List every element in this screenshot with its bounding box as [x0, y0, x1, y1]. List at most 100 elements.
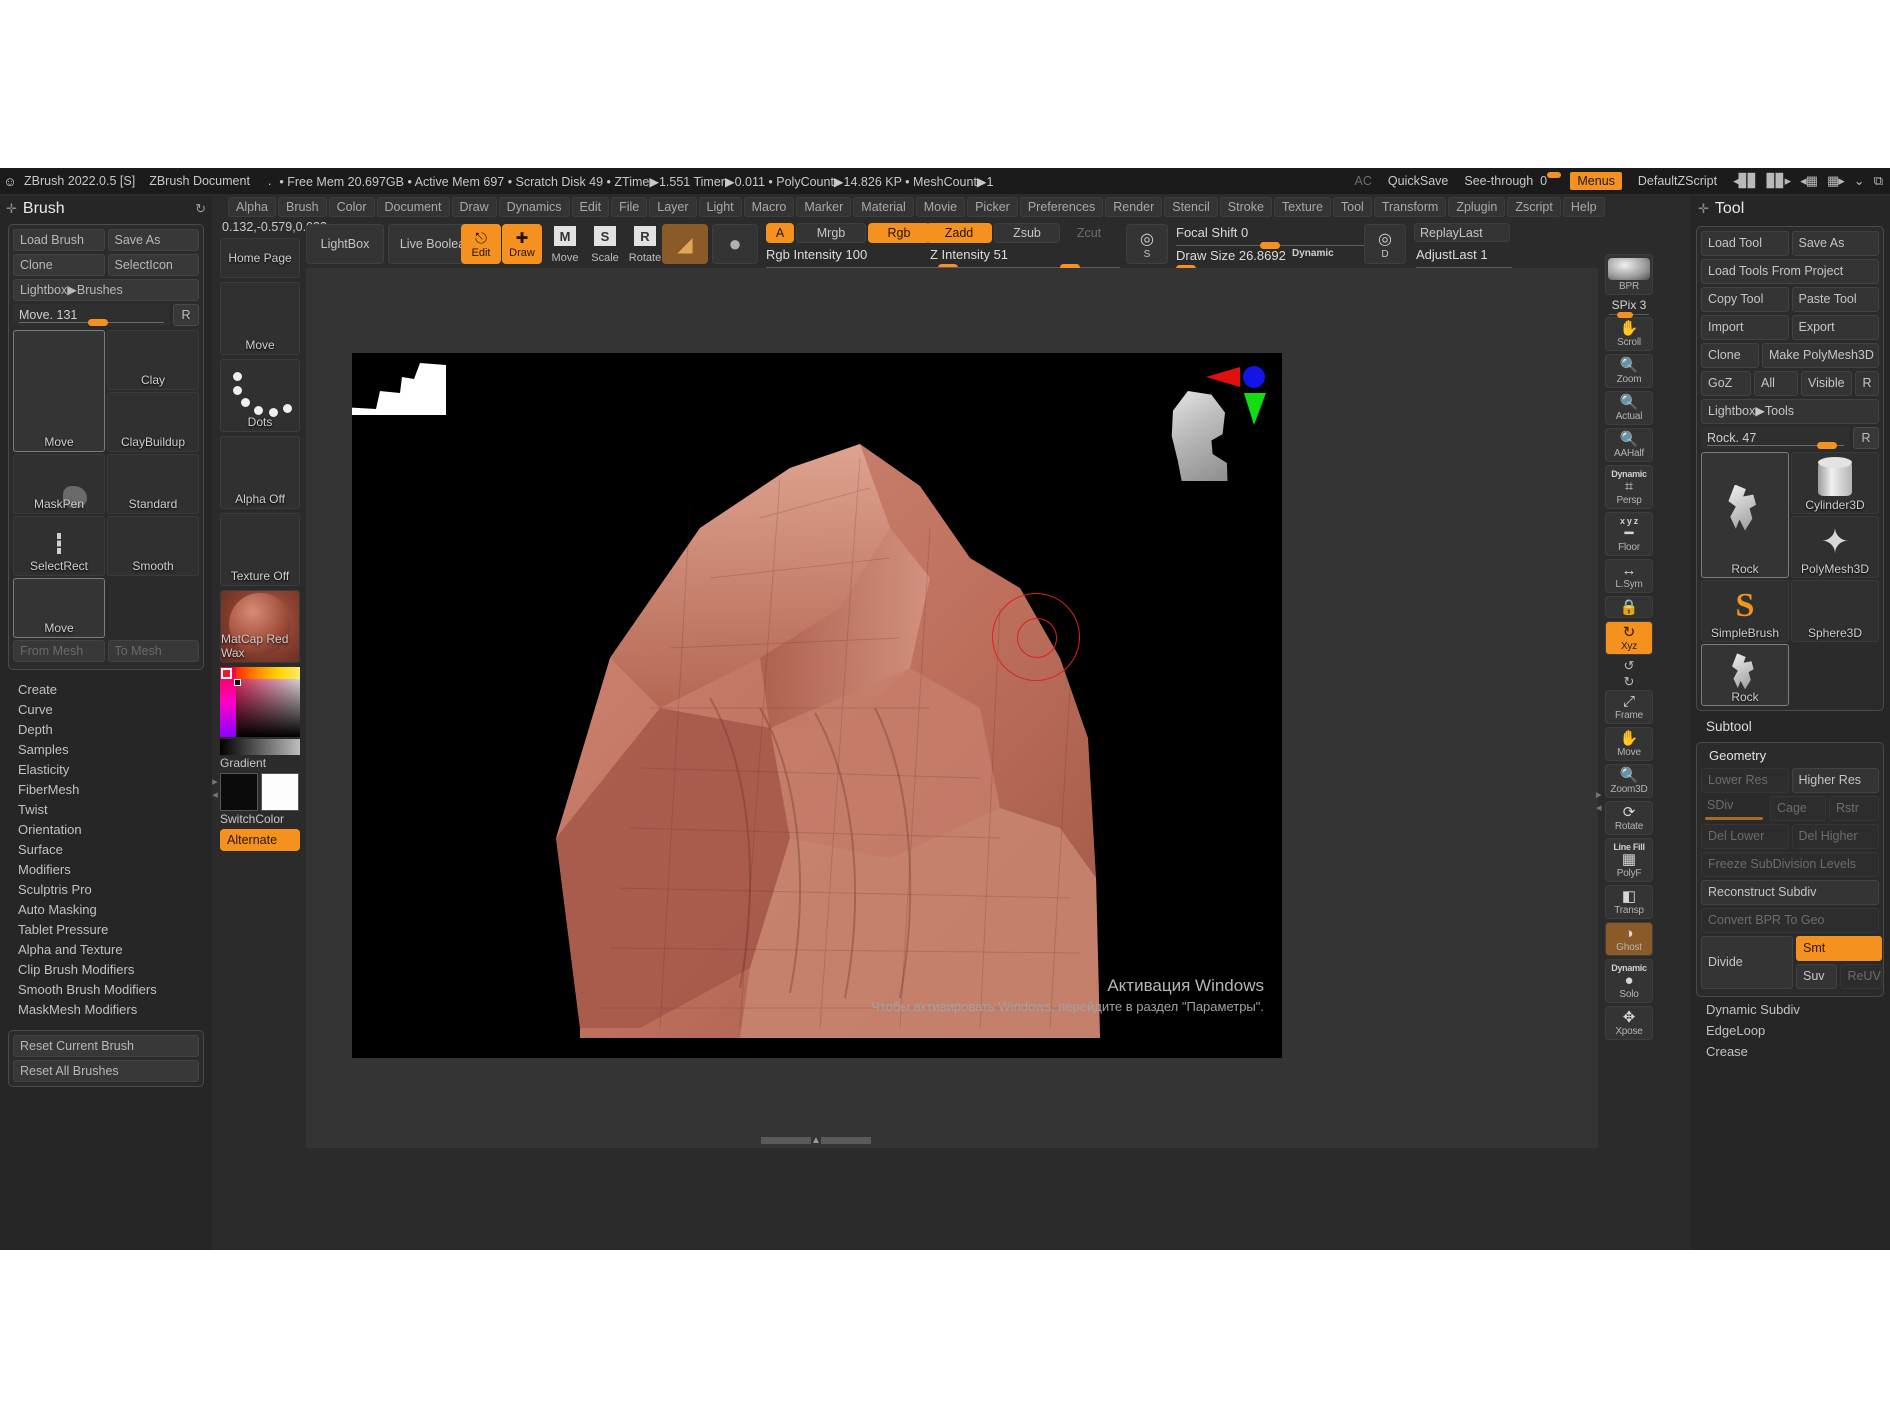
xpose-button[interactable]: ✥Xpose: [1605, 1006, 1653, 1040]
freeze-subdivision-levels-button[interactable]: Freeze SubDivision Levels: [1701, 852, 1879, 877]
draw-size-slider[interactable]: Draw Size 26.8692: [1176, 247, 1364, 265]
brush-section-tablet-pressure[interactable]: Tablet Pressure: [18, 920, 212, 940]
alpha-thumbnail[interactable]: Alpha Off: [220, 436, 300, 509]
tool-section-crease[interactable]: Crease: [1706, 1041, 1890, 1062]
document-scrollbar[interactable]: ▲▼: [761, 1137, 871, 1144]
reconstruct-subdiv-button[interactable]: Reconstruct Subdiv: [1701, 880, 1879, 905]
rstr-button[interactable]: Rstr: [1829, 796, 1879, 821]
brush-item-move[interactable]: Move: [13, 330, 105, 452]
tool-item-cylinder3d[interactable]: Cylinder3D: [1791, 452, 1879, 514]
texture-thumbnail[interactable]: Texture Off: [220, 513, 300, 586]
menu-item-macro[interactable]: Macro: [744, 197, 795, 217]
brush-item-smooth[interactable]: Smooth: [107, 516, 199, 576]
focal-shift-slider[interactable]: Focal Shift 0: [1176, 224, 1364, 242]
reset-current-brush-button[interactable]: Reset Current Brush: [13, 1035, 199, 1057]
spix-slider[interactable]: SPix 3: [1605, 298, 1653, 312]
move-button[interactable]: ✋Move: [1605, 727, 1653, 761]
menu-item-transform[interactable]: Transform: [1374, 197, 1447, 217]
export-button[interactable]: Export: [1792, 315, 1880, 340]
tool-index-knob[interactable]: [1817, 442, 1837, 449]
brush-section-surface[interactable]: Surface: [18, 840, 212, 860]
divide-button[interactable]: Divide: [1701, 936, 1793, 989]
menu-item-dynamics[interactable]: Dynamics: [499, 197, 570, 217]
menu-item-zscript[interactable]: Zscript: [1507, 197, 1561, 217]
menu-item-render[interactable]: Render: [1105, 197, 1162, 217]
brush-section-alpha-and-texture[interactable]: Alpha and Texture: [18, 940, 212, 960]
stencil-thumbnail[interactable]: [352, 353, 446, 415]
mrgb-button[interactable]: Mrgb: [796, 223, 866, 243]
brush-section-sculptris-pro[interactable]: Sculptris Pro: [18, 880, 212, 900]
swatch-primary[interactable]: [220, 773, 258, 811]
load-tools-from-project-button[interactable]: Load Tools From Project: [1701, 259, 1879, 284]
cage-button[interactable]: Cage: [1770, 796, 1826, 821]
subtool-section-header[interactable]: Subtool: [1690, 713, 1890, 740]
zsub-button[interactable]: Zsub: [994, 223, 1060, 243]
alternate-button[interactable]: Alternate: [220, 829, 300, 851]
menu-item-file[interactable]: File: [611, 197, 647, 217]
quicksave-button[interactable]: QuickSave: [1382, 173, 1454, 189]
canvas[interactable]: Активация Windows Чтобы активировать Win…: [352, 353, 1282, 1058]
zadd-button[interactable]: Zadd: [926, 223, 992, 243]
brush-item-selectrect[interactable]: SelectRect: [13, 516, 105, 576]
tool-item-rock-active[interactable]: Rock: [1701, 644, 1789, 706]
reuv-button[interactable]: ReUV: [1840, 964, 1881, 989]
brush-item-move-current[interactable]: Move: [13, 578, 105, 638]
scroll-button[interactable]: ✋Scroll: [1605, 317, 1653, 351]
brush-item-claybuildup[interactable]: ClayBuildup: [107, 392, 199, 452]
convert-bpr-to-geo-button[interactable]: Convert BPR To Geo: [1701, 908, 1879, 933]
make-polymesh3d-button[interactable]: Make PolyMesh3D: [1762, 343, 1879, 368]
visible-button[interactable]: Visible: [1801, 371, 1852, 396]
tool-section-edgeloop[interactable]: EdgeLoop: [1706, 1020, 1890, 1041]
menu-item-color[interactable]: Color: [329, 197, 375, 217]
menus-button[interactable]: Menus: [1570, 172, 1622, 190]
copy-tool-button[interactable]: Copy Tool: [1701, 287, 1789, 312]
stroke-d-button[interactable]: ◎ D: [1364, 224, 1406, 264]
menu-item-tool[interactable]: Tool: [1333, 197, 1372, 217]
paste-tool-button[interactable]: Paste Tool: [1792, 287, 1880, 312]
brush-section-fibermesh[interactable]: FiberMesh: [18, 780, 212, 800]
current-alpha-button[interactable]: ◢: [662, 224, 708, 264]
menu-item-marker[interactable]: Marker: [796, 197, 851, 217]
rotate-button[interactable]: ⟳Rotate: [1605, 801, 1653, 835]
rgb-button[interactable]: Rgb: [868, 223, 930, 243]
sdiv-slider[interactable]: SDiv: [1701, 796, 1767, 821]
brush-section-samples[interactable]: Samples: [18, 740, 212, 760]
menu-item-preferences[interactable]: Preferences: [1020, 197, 1103, 217]
brush-index-slider[interactable]: Move. 131: [13, 304, 170, 326]
transp-button[interactable]: ◧Transp: [1605, 885, 1653, 919]
rotate-mode-button[interactable]: R Rotate: [626, 224, 664, 264]
select-icon-button[interactable]: SelectIcon: [108, 254, 200, 276]
move-handle-icon[interactable]: ✛: [6, 201, 17, 217]
brush-item-maskpen[interactable]: MaskPen: [13, 454, 105, 514]
move-mode-button[interactable]: M Move: [546, 224, 584, 264]
color-marker-primary[interactable]: [221, 668, 232, 679]
goz-button[interactable]: GoZ: [1701, 371, 1751, 396]
see-through-slider[interactable]: See-through 0: [1464, 174, 1560, 188]
polyf-button[interactable]: Line Fill▦PolyF: [1605, 838, 1653, 882]
axis-gizmo-icon[interactable]: [1206, 359, 1276, 429]
color-picker[interactable]: [220, 667, 300, 737]
rgb-intensity-slider[interactable]: Rgb Intensity 100: [766, 246, 956, 264]
home-page-button[interactable]: Home Page: [220, 238, 300, 278]
gradient-bar[interactable]: [220, 739, 300, 755]
menu-item-document[interactable]: Document: [377, 197, 450, 217]
tool-index-slider[interactable]: Rock. 47: [1701, 427, 1850, 449]
tray-left-icon[interactable]: ◂▦: [1800, 173, 1817, 189]
scale-mode-button[interactable]: S Scale: [586, 224, 624, 264]
brush-section-elasticity[interactable]: Elasticity: [18, 760, 212, 780]
tool-section-dynamic-subdiv[interactable]: Dynamic Subdiv: [1706, 999, 1890, 1020]
rotate-z-icon[interactable]: ↻: [1605, 674, 1653, 690]
brush-slider-reset-button[interactable]: R: [173, 304, 199, 326]
aahalf-button[interactable]: 🔍AAHalf: [1605, 428, 1653, 462]
current-material-button[interactable]: ●: [712, 224, 758, 264]
load-tool-button[interactable]: Load Tool: [1701, 231, 1789, 256]
clone-button[interactable]: Clone: [1701, 343, 1759, 368]
see-through-knob[interactable]: [1547, 172, 1561, 178]
brush-section-curve[interactable]: Curve: [18, 700, 212, 720]
tool-slider-reset-button[interactable]: R: [1853, 427, 1879, 449]
load-brush-button[interactable]: Load Brush: [13, 229, 105, 251]
actual-button[interactable]: 🔍Actual: [1605, 391, 1653, 425]
lightbox-button[interactable]: LightBox: [306, 224, 384, 264]
save-as-button[interactable]: Save As: [108, 229, 200, 251]
tool-item-sphere3d[interactable]: Sphere3D: [1791, 580, 1879, 642]
